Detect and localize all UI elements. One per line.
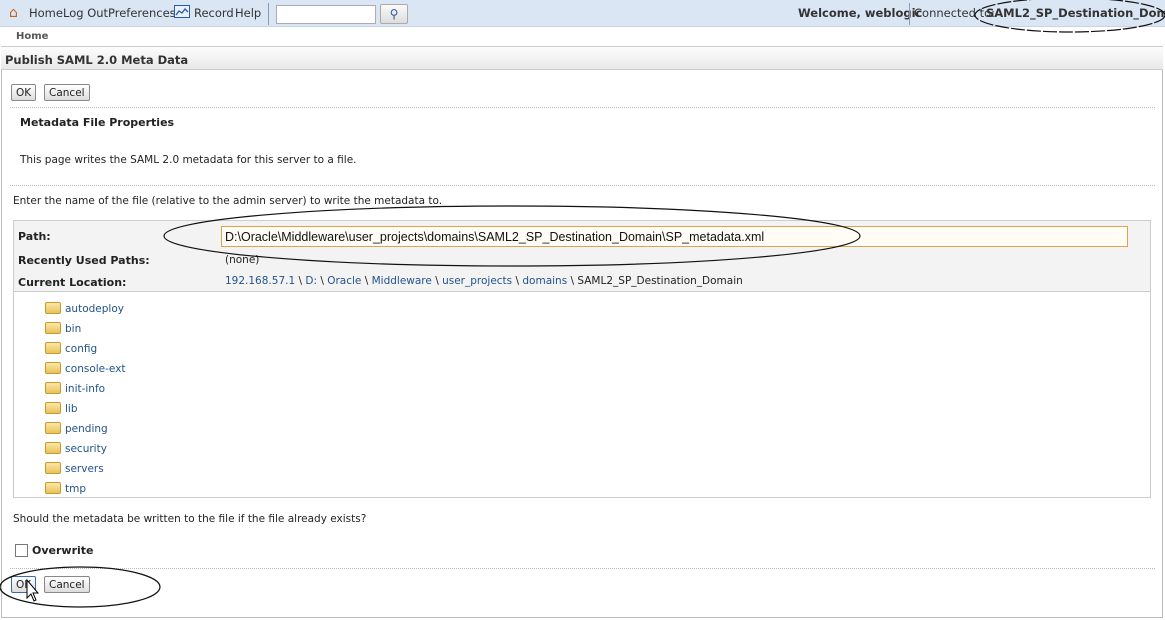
location-part[interactable]: 192.168.57.1 (225, 275, 295, 287)
location-part[interactable]: user_projects (442, 275, 512, 287)
folder-link[interactable]: tmp (65, 483, 86, 495)
divider (268, 3, 269, 25)
folder-link[interactable]: pending (65, 423, 108, 435)
divider (10, 107, 1155, 108)
location-part[interactable]: Middleware (372, 275, 432, 287)
folder-icon (45, 362, 61, 374)
record-icon[interactable] (174, 5, 190, 18)
location-part[interactable]: D: (305, 275, 317, 287)
overwrite-question: Should the metadata be written to the fi… (13, 513, 367, 525)
preferences-link[interactable]: Preferences (108, 6, 176, 20)
domain-name: SAML2_SP_Destination_Domain (986, 6, 1165, 20)
ok-button[interactable]: OK (11, 84, 37, 101)
folder-icon (45, 302, 61, 314)
folder-icon (45, 382, 61, 394)
logout-link[interactable]: Log Out (63, 6, 108, 20)
location-breadcrumb: 192.168.57.1 \ D: \ Oracle \ Middleware … (225, 275, 743, 287)
divider (10, 185, 1155, 186)
record-link[interactable]: Record (194, 6, 234, 20)
search-button[interactable]: ⚲ (380, 4, 408, 24)
folder-link[interactable]: bin (65, 323, 81, 335)
location-part[interactable]: Oracle (327, 275, 361, 287)
folder-icon (45, 462, 61, 474)
folder-icon (45, 442, 61, 454)
recent-paths-value: (none) (225, 254, 260, 266)
folder-icon (45, 422, 61, 434)
divider (10, 568, 1155, 569)
search-icon: ⚲ (389, 7, 399, 21)
location-current: SAML2_SP_Destination_Domain (577, 275, 743, 287)
connected-label: Connected to: (914, 6, 995, 20)
current-location-label: Current Location: (18, 276, 127, 289)
folder-link[interactable]: console-ext (65, 363, 126, 375)
path-label: Path: (18, 230, 51, 243)
description: This page writes the SAML 2.0 metadata f… (20, 154, 357, 166)
folder-icon (45, 322, 61, 334)
overwrite-label[interactable]: Overwrite (32, 544, 93, 557)
path-input[interactable] (221, 226, 1128, 247)
folder-icon (45, 482, 61, 494)
page-title: Publish SAML 2.0 Meta Data (1, 46, 1163, 70)
folder-icon (45, 342, 61, 354)
cancel-button-bottom[interactable]: Cancel (44, 576, 90, 593)
instruction: Enter the name of the file (relative to … (13, 195, 443, 207)
overwrite-checkbox[interactable] (15, 544, 28, 557)
home-link[interactable]: Home (29, 6, 63, 20)
folder-link[interactable]: config (65, 343, 97, 355)
folder-link[interactable]: security (65, 443, 107, 455)
recent-paths-label: Recently Used Paths: (18, 254, 150, 267)
help-link[interactable]: Help (235, 6, 261, 20)
folder-icon (45, 402, 61, 414)
folder-link[interactable]: init-info (65, 383, 105, 395)
cancel-button[interactable]: Cancel (44, 84, 90, 101)
home-icon[interactable]: ⌂ (9, 5, 18, 21)
divider (909, 3, 910, 25)
folder-link[interactable]: lib (65, 403, 78, 415)
ok-button-bottom[interactable]: OK (11, 576, 37, 593)
breadcrumb[interactable]: Home (16, 31, 48, 42)
location-part[interactable]: domains (522, 275, 567, 287)
section-title: Metadata File Properties (20, 116, 175, 129)
folder-link[interactable]: servers (65, 463, 104, 475)
welcome-text: Welcome, weblogic (798, 6, 923, 20)
search-input[interactable] (276, 5, 376, 24)
folder-link[interactable]: autodeploy (65, 303, 124, 315)
